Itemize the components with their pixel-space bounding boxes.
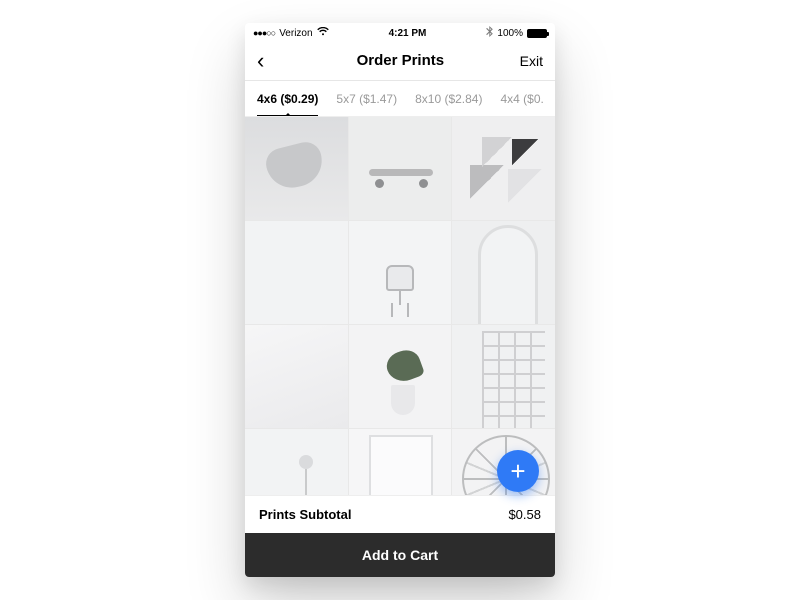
photo-grid[interactable] [245,117,555,495]
subtotal-bar: Prints Subtotal $0.58 [245,495,555,533]
bluetooth-icon [486,26,493,40]
tab-8x10[interactable]: 8x10 ($2.84) [415,82,482,116]
photo-door[interactable] [349,429,452,495]
subtotal-amount: $0.58 [508,507,541,522]
photo-cubes[interactable] [452,117,555,220]
tab-4x6[interactable]: 4x6 ($0.29) [257,82,318,116]
phone-frame: ●●●○○ Verizon 4:21 PM 100% ‹ Order Print… [245,23,555,577]
tab-5x7[interactable]: 5x7 ($1.47) [336,82,397,116]
photo-arch[interactable] [452,221,555,324]
size-tabs: 4x6 ($0.29) 5x7 ($1.47) 8x10 ($2.84) 4x4… [245,81,555,117]
status-bar: ●●●○○ Verizon 4:21 PM 100% [245,23,555,41]
exit-button[interactable]: Exit [520,53,543,69]
photo-blank[interactable] [245,221,348,324]
add-fab-button[interactable]: + [497,450,539,492]
battery-icon [527,29,547,38]
signal-dots-icon: ●●●○○ [253,28,275,38]
photo-chair[interactable] [349,221,452,324]
back-button[interactable]: ‹ [257,50,281,72]
photo-plant[interactable] [349,325,452,428]
photo-skateboard[interactable] [349,117,452,220]
status-right: 100% [486,26,547,40]
battery-pct: 100% [497,28,523,39]
photo-lamp[interactable] [245,429,348,495]
photo-sand[interactable] [245,325,348,428]
status-left: ●●●○○ Verizon [253,27,329,39]
add-to-cart-button[interactable]: Add to Cart [245,533,555,577]
photo-building[interactable] [452,325,555,428]
photo-hands[interactable] [245,117,348,220]
subtotal-label: Prints Subtotal [259,507,351,522]
status-time: 4:21 PM [389,28,427,39]
plus-icon: + [510,458,525,484]
nav-header: ‹ Order Prints Exit [245,41,555,81]
wifi-icon [317,27,329,39]
tab-4x4[interactable]: 4x4 ($0. [500,82,543,116]
page-title: Order Prints [357,52,445,69]
carrier-label: Verizon [279,28,312,39]
